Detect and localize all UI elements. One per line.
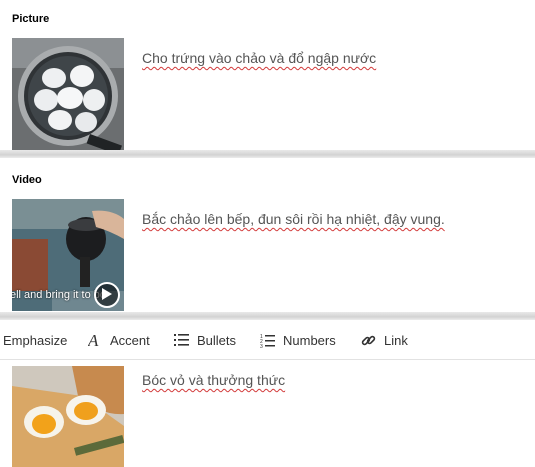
numbers-label: Numbers xyxy=(283,332,336,348)
eggs-in-pan-image[interactable] xyxy=(12,38,124,150)
emphasize-label: Emphasize xyxy=(3,332,68,348)
accent-label: Accent xyxy=(110,332,150,348)
block-divider xyxy=(0,150,535,158)
picture-block: Picture Cho trứng vào chảo và đổ ngập nư… xyxy=(0,0,535,152)
numbered-list-icon: 1 2 3 xyxy=(260,334,275,348)
bullets-label: Bullets xyxy=(197,332,237,348)
peeled-egg-caption[interactable]: Bóc vỏ và thưởng thức xyxy=(142,372,285,388)
bullets-button[interactable]: Bullets xyxy=(174,321,236,359)
picture-block-title: Picture xyxy=(12,13,50,25)
link-label: Link xyxy=(384,332,408,348)
svg-text:A: A xyxy=(88,332,99,348)
video-block: Video ell and bring it to bo Bắc chảo lê… xyxy=(0,158,535,313)
peeled-eggs-image[interactable] xyxy=(12,366,124,467)
svg-text:3: 3 xyxy=(260,344,263,348)
video-block-title: Video xyxy=(12,174,42,186)
accent-button[interactable]: A Accent xyxy=(88,321,150,359)
block-divider xyxy=(0,312,535,320)
play-icon xyxy=(102,288,112,300)
video-thumbnail[interactable]: ell and bring it to bo xyxy=(12,199,124,311)
italic-a-icon: A xyxy=(88,332,99,348)
play-button[interactable] xyxy=(94,282,120,308)
link-button[interactable]: Link xyxy=(361,321,408,359)
numbers-button[interactable]: 1 2 3 Numbers xyxy=(260,321,336,359)
formatting-toolbar: Emphasize A Accent Bullets 1 2 3 Numbers xyxy=(0,321,535,360)
peeled-egg-block: Bóc vỏ và thưởng thức xyxy=(0,360,535,467)
video-caption[interactable]: Bắc chảo lên bếp, đun sôi rồi hạ nhiệt, … xyxy=(142,211,445,227)
picture-caption[interactable]: Cho trứng vào chảo và đổ ngập nước xyxy=(142,50,376,66)
link-icon xyxy=(361,335,376,345)
video-overlay-text: ell and bring it to bo xyxy=(12,289,107,301)
bullets-icon xyxy=(174,334,189,346)
emphasize-button[interactable]: Emphasize xyxy=(3,321,67,359)
